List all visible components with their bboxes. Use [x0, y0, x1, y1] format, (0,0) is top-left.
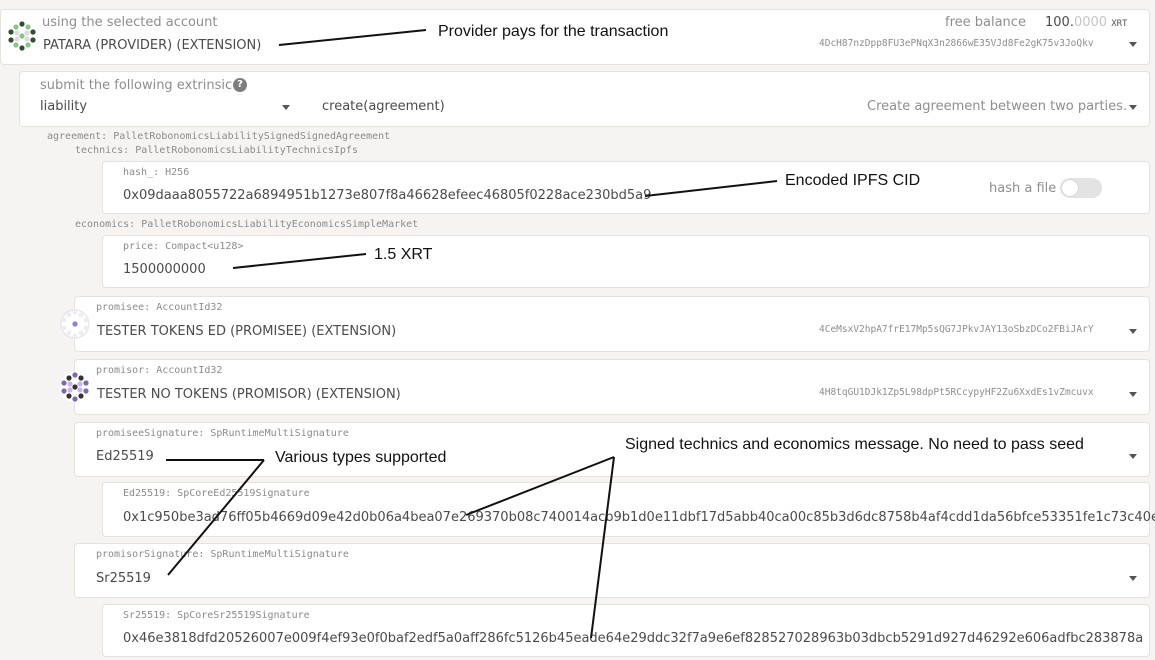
ed25519-card[interactable]: Ed25519: SpCoreEd25519Signature 0x1c950b… — [102, 482, 1155, 537]
price-label: price: Compact<u128> — [123, 241, 244, 252]
promisee-card[interactable]: promisee: AccountId32 TESTER TOKENS ED (… — [74, 296, 1150, 352]
signed-annotation: Signed technics and economics message. N… — [625, 436, 1084, 453]
ed25519-input[interactable]: 0x1c950be3ad76ff05b4669d09e42d0b06a4bea0… — [123, 510, 1155, 525]
hash-label: hash_: H256 — [123, 167, 190, 178]
method-chevron-down-icon[interactable] — [1129, 105, 1137, 110]
sr25519-card[interactable]: Sr25519: SpCoreSr25519Signature 0x46e381… — [102, 604, 1150, 657]
provider-annotation: Provider pays for the transaction — [438, 23, 669, 40]
hash-input[interactable]: 0x09daaa8055722a6894951b1273e807f8a46628… — [123, 188, 651, 203]
promisor-chevron-down-icon[interactable] — [1129, 392, 1137, 397]
promisee-avatar-icon — [59, 308, 91, 340]
promisor-avatar-icon — [59, 371, 91, 403]
promisor-label: promisor: AccountId32 — [96, 365, 223, 376]
account-label: using the selected account — [42, 15, 218, 30]
promisor-name[interactable]: TESTER NO TOKENS (PROMISOR) (EXTENSION) — [97, 387, 401, 402]
promisor-signature-card[interactable]: promisorSignature: SpRuntimeMultiSignatu… — [74, 543, 1150, 598]
promisee-chevron-down-icon[interactable] — [1129, 329, 1137, 334]
promisee-signature-label: promiseeSignature: SpRuntimeMultiSignatu… — [96, 428, 349, 439]
ed25519-label: Ed25519: SpCoreEd25519Signature — [123, 488, 310, 499]
hash-file-label: hash a file — [989, 181, 1057, 196]
account-address: 4DcH87nzDpp8FU3ePNqX3n2866wE35VJd8Fe2gK7… — [819, 38, 1094, 49]
xrt-annotation: 1.5 XRT — [374, 246, 433, 263]
economics-label: economics: PalletRobonomicsLiabilityEcon… — [75, 219, 419, 230]
promisee-label: promisee: AccountId32 — [96, 302, 223, 313]
module-select[interactable]: liability — [40, 99, 87, 114]
account-name[interactable]: PATARA (PROVIDER) (EXTENSION) — [43, 38, 261, 53]
account-chevron-down-icon[interactable] — [1129, 42, 1137, 47]
promisee-signature-type[interactable]: Ed25519 — [96, 449, 154, 464]
module-chevron-down-icon[interactable] — [282, 105, 290, 110]
promisor-card[interactable]: promisor: AccountId32 TESTER NO TOKENS (… — [74, 359, 1150, 415]
hash-card[interactable]: hash_: H256 0x09daaa8055722a6894951b1273… — [102, 161, 1150, 214]
extrinsic-label: submit the following extrinsic — [40, 78, 233, 93]
price-card[interactable]: price: Compact<u128> 1500000000 — [102, 235, 1150, 288]
promisor-signature-chevron-down-icon[interactable] — [1129, 576, 1137, 581]
account-avatar-icon — [6, 20, 38, 52]
free-balance-value: 100.0000 XRT — [1045, 15, 1128, 30]
promisor-address: 4H8tqGU1DJk1Zp5L98dpPt5RCcypyHF2Zu6XxdEs… — [819, 387, 1094, 398]
promisee-name[interactable]: TESTER TOKENS ED (PROMISEE) (EXTENSION) — [97, 324, 396, 339]
promisor-signature-label: promisorSignature: SpRuntimeMultiSignatu… — [96, 549, 349, 560]
method-select[interactable]: create(agreement) — [322, 99, 445, 114]
promisee-address: 4CeMsxV2hpA7frE17Mp5sQG7JPkvJAY13oSbzDCo… — [819, 324, 1094, 335]
sr25519-input[interactable]: 0x46e3818dfd20526007e009f4ef93e0f0baf2ed… — [123, 631, 1143, 646]
promisor-signature-type[interactable]: Sr25519 — [96, 571, 151, 586]
technics-label: technics: PalletRobonomicsLiabilityTechn… — [75, 145, 358, 156]
hash-file-toggle[interactable] — [1060, 178, 1102, 198]
promisee-signature-chevron-down-icon[interactable] — [1129, 454, 1137, 459]
ipfs-annotation: Encoded IPFS CID — [785, 172, 921, 189]
agreement-label: agreement: PalletRobonomicsLiabilitySign… — [47, 131, 391, 142]
types-annotation: Various types supported — [275, 449, 447, 466]
price-input[interactable]: 1500000000 — [123, 262, 206, 277]
help-icon[interactable]: ? — [233, 78, 247, 92]
free-balance-label: free balance — [945, 15, 1026, 30]
extrinsic-card: submit the following extrinsic ? liabili… — [19, 71, 1150, 127]
method-description: Create agreement between two parties. — [867, 99, 1128, 114]
sr25519-label: Sr25519: SpCoreSr25519Signature — [123, 610, 310, 621]
